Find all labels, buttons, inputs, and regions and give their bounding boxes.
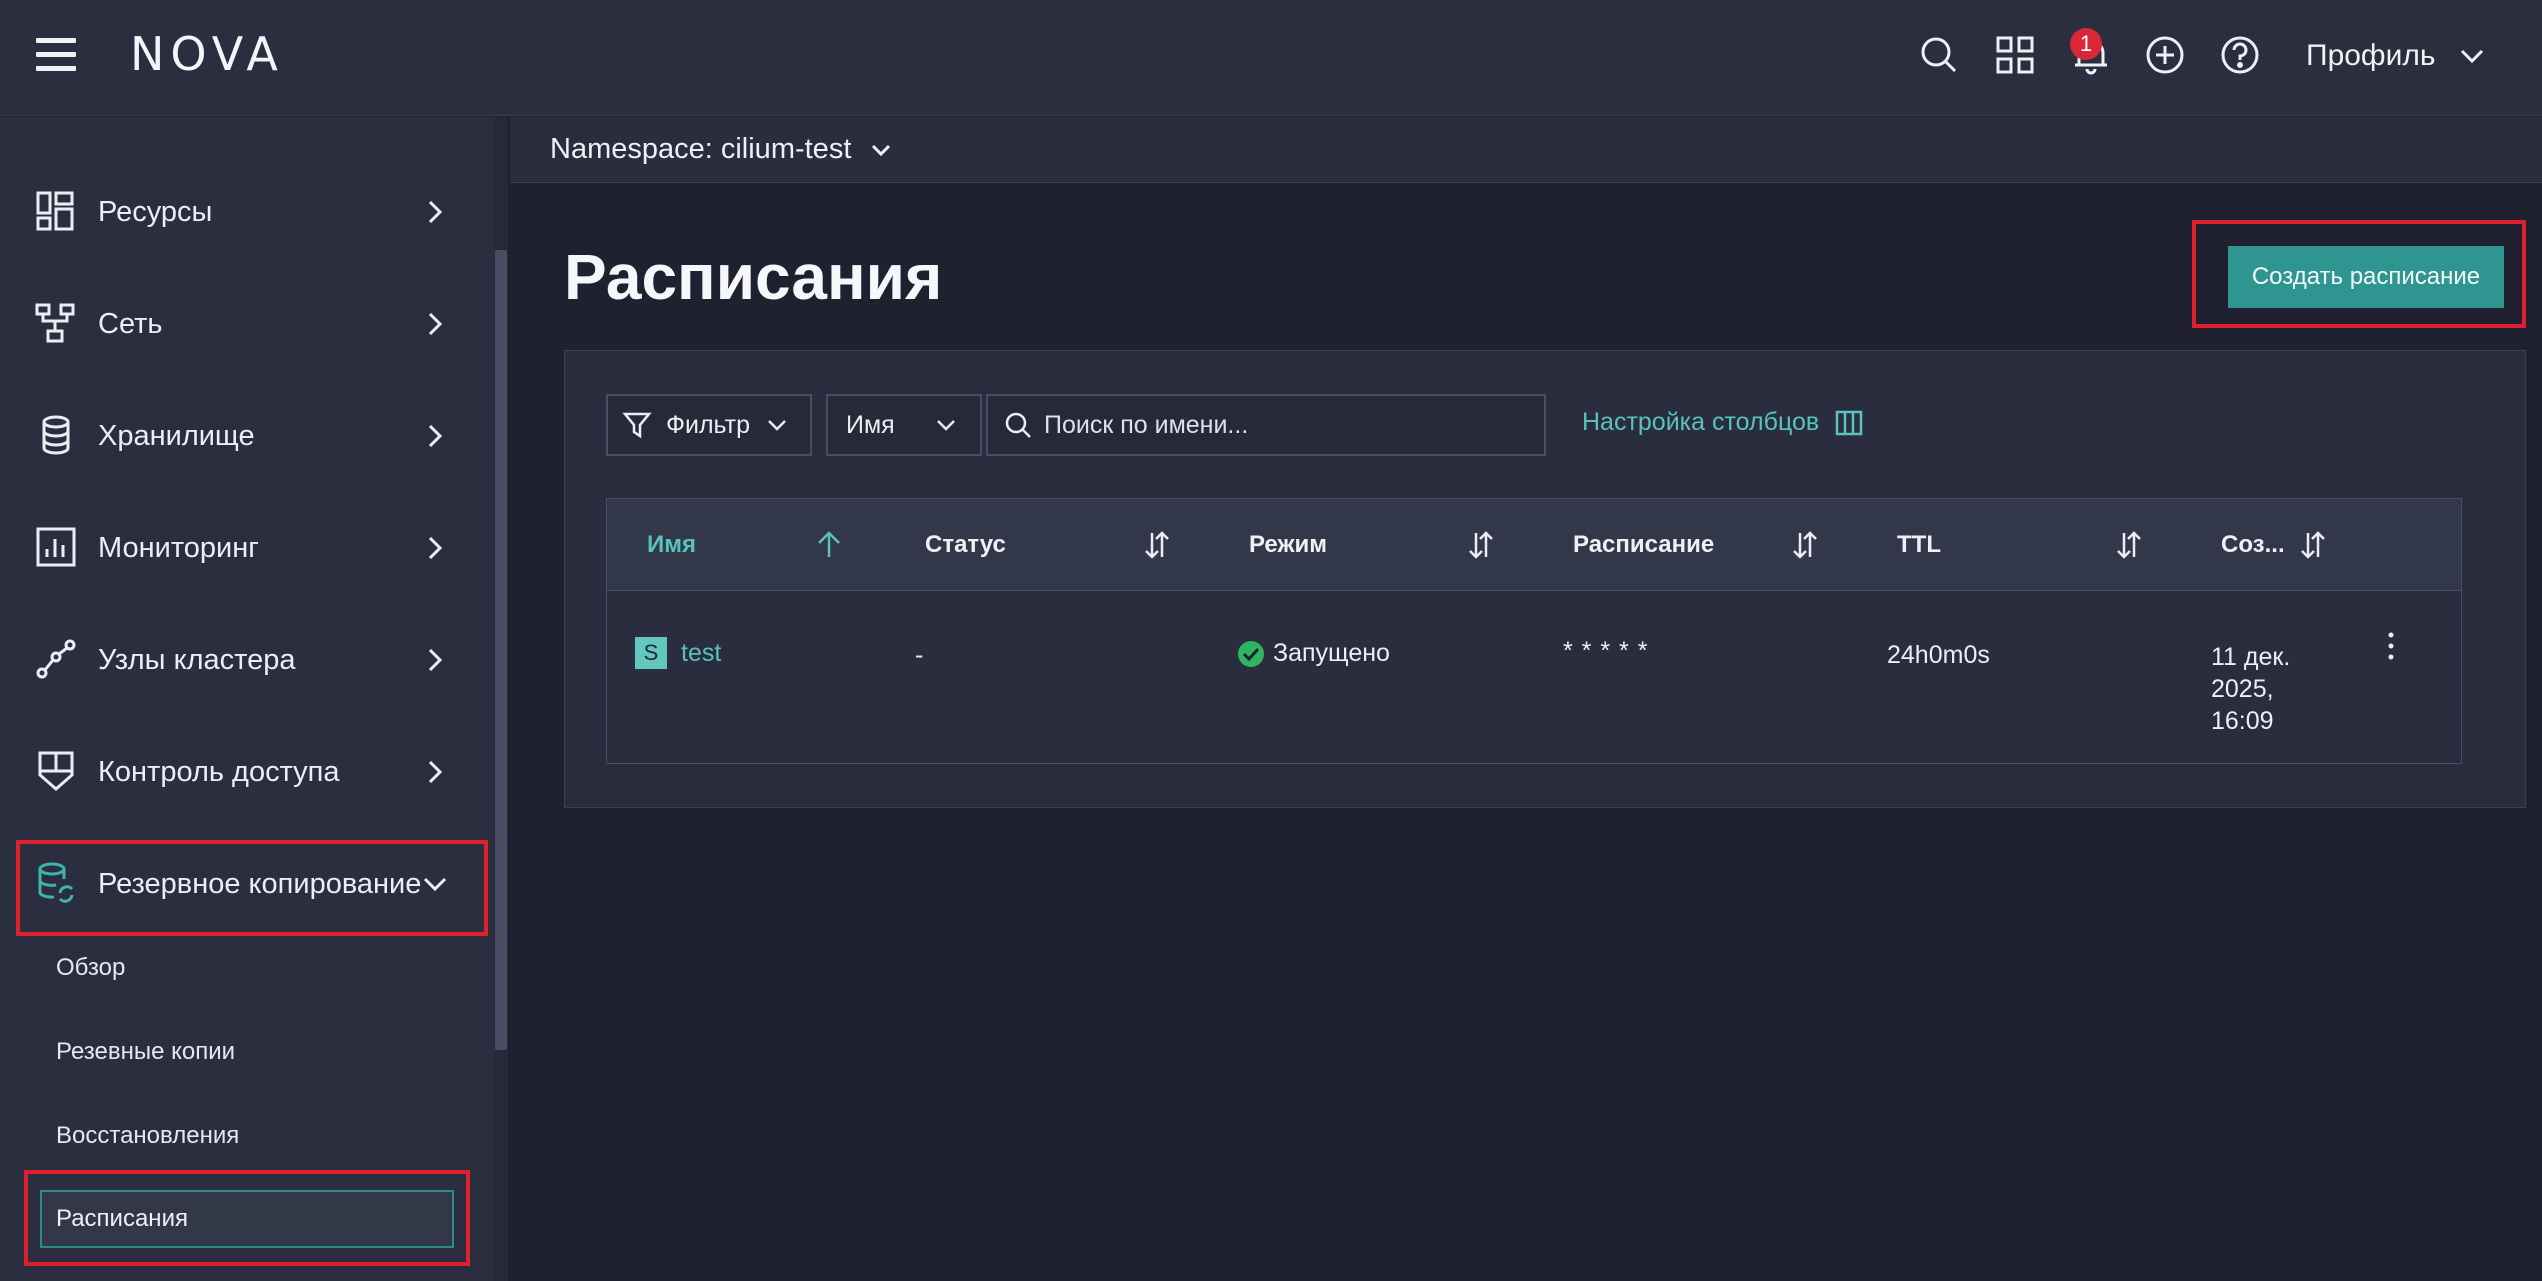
sidebar-item-label: Мониторинг <box>98 531 259 564</box>
sidebar-item-access-control[interactable]: Контроль доступа <box>0 727 494 817</box>
sort-icon[interactable] <box>1141 529 1173 561</box>
profile-menu[interactable]: Профиль <box>2306 30 2486 82</box>
sidebar-item-cluster-nodes[interactable]: Узлы кластера <box>0 615 494 705</box>
column-header-name[interactable]: Имя <box>647 499 696 591</box>
row-status: - <box>915 641 924 669</box>
submenu-item-overview[interactable]: Обзор <box>56 954 125 982</box>
row-created-time: 16:09 <box>2211 707 2274 735</box>
chevron-down-icon <box>423 877 447 892</box>
sort-icon[interactable] <box>2113 529 2145 561</box>
row-mode: Запущено <box>1273 639 1390 667</box>
chevron-down-icon <box>936 420 955 431</box>
schedules-table: Имя Статус Режим Расписание TTL Соз... S… <box>606 498 2462 764</box>
sidebar-item-label: Узлы кластера <box>98 643 296 676</box>
access-control-icon <box>38 751 74 791</box>
sidebar-scroll-thumb[interactable] <box>495 250 507 1050</box>
column-header-status[interactable]: Статус <box>925 499 1006 591</box>
monitoring-icon <box>36 527 76 567</box>
row-name-link[interactable]: test <box>681 639 721 668</box>
row-mode-cell: Запущено <box>1237 639 1390 668</box>
column-settings-link[interactable]: Настройка столбцов <box>1582 408 1863 437</box>
row-ttl: 24h0m0s <box>1887 641 1990 669</box>
top-header: NOVA 1 Профиль <box>0 0 2542 116</box>
search-input[interactable] <box>1044 410 1524 440</box>
network-icon <box>35 303 75 343</box>
chevron-right-icon <box>428 424 443 448</box>
sidebar-item-label: Хранилище <box>98 419 255 452</box>
column-header-schedule[interactable]: Расписание <box>1573 499 1714 591</box>
field-select-label: Имя <box>846 410 895 439</box>
column-header-created[interactable]: Соз... <box>2221 499 2285 591</box>
chevron-down-icon <box>2460 49 2483 64</box>
column-header-ttl[interactable]: TTL <box>1897 499 1941 591</box>
create-schedule-button[interactable]: Создать расписание <box>2228 246 2504 308</box>
sort-icon[interactable] <box>1789 529 1821 561</box>
row-name-cell: S test <box>635 637 721 669</box>
sidebar-item-network[interactable]: Сеть <box>0 279 494 369</box>
add-circle-icon[interactable] <box>2140 30 2190 80</box>
column-settings-label: Настройка столбцов <box>1582 408 1820 436</box>
chevron-down-icon <box>872 144 891 156</box>
submenu-item-schedules[interactable]: Расписания <box>40 1190 454 1248</box>
row-schedule: * * * * * <box>1563 637 1649 665</box>
filter-label: Фильтр <box>666 410 750 439</box>
cluster-nodes-icon <box>36 639 76 679</box>
row-overflow-menu-icon[interactable] <box>2385 629 2397 665</box>
filter-button[interactable]: Фильтр <box>606 394 812 456</box>
namespace-bar: Namespace: cilium-test <box>510 117 2542 183</box>
chevron-right-icon <box>428 536 443 560</box>
chevron-right-icon <box>428 648 443 672</box>
sidebar-item-label: Резервное копирование <box>98 867 422 900</box>
row-created-date: 11 дек. <box>2211 643 2291 671</box>
sidebar-item-monitoring[interactable]: Мониторинг <box>0 503 494 593</box>
submenu-item-restores[interactable]: Восстановления <box>56 1122 239 1150</box>
search-field[interactable] <box>986 394 1546 456</box>
backup-icon <box>38 862 74 903</box>
table-row: S test - Запущено * * * * * 24h0m0s 11 д… <box>607 591 2461 763</box>
submenu-item-backups[interactable]: Резевные копии <box>56 1038 235 1066</box>
search-icon <box>1005 412 1031 438</box>
table-header: Имя Статус Режим Расписание TTL Соз... <box>607 499 2461 591</box>
chevron-down-icon <box>768 420 786 431</box>
sort-icon[interactable] <box>1465 529 1497 561</box>
sidebar-item-resources[interactable]: Ресурсы <box>0 167 494 257</box>
chevron-right-icon <box>428 760 443 784</box>
sidebar-item-label: Сеть <box>98 307 163 340</box>
profile-label: Профиль <box>2306 39 2436 72</box>
sort-icon[interactable] <box>2297 529 2329 561</box>
chevron-right-icon <box>428 200 443 224</box>
storage-icon <box>42 415 70 455</box>
page-title: Расписания <box>564 241 943 313</box>
sidebar-item-backup[interactable]: Резервное копирование <box>0 839 494 929</box>
app-logo[interactable]: NOVA <box>130 28 284 80</box>
namespace-selector[interactable]: Namespace: cilium-test <box>550 133 893 166</box>
namespace-label: Namespace: cilium-test <box>550 133 852 165</box>
sort-ascending-icon[interactable] <box>813 529 845 561</box>
resources-icon <box>36 191 74 231</box>
sidebar-item-label: Ресурсы <box>98 195 213 228</box>
sidebar-item-storage[interactable]: Хранилище <box>0 391 494 481</box>
menu-icon[interactable] <box>36 36 76 72</box>
help-icon[interactable] <box>2215 30 2265 80</box>
schedule-type-badge: S <box>635 637 667 669</box>
row-created-year: 2025, <box>2211 675 2274 703</box>
column-header-mode[interactable]: Режим <box>1249 499 1327 591</box>
columns-icon <box>1835 410 1863 435</box>
sidebar-item-label: Контроль доступа <box>98 755 340 788</box>
field-select[interactable]: Имя <box>826 394 982 456</box>
notification-badge: 1 <box>2070 28 2102 60</box>
check-circle-icon <box>1238 640 1264 667</box>
row-created: 11 дек. 2025, 16:09 <box>2211 641 2290 737</box>
apps-grid-icon[interactable] <box>1990 30 2040 80</box>
filter-icon <box>622 412 652 439</box>
chevron-right-icon <box>428 312 443 336</box>
search-icon[interactable] <box>1914 30 1964 80</box>
